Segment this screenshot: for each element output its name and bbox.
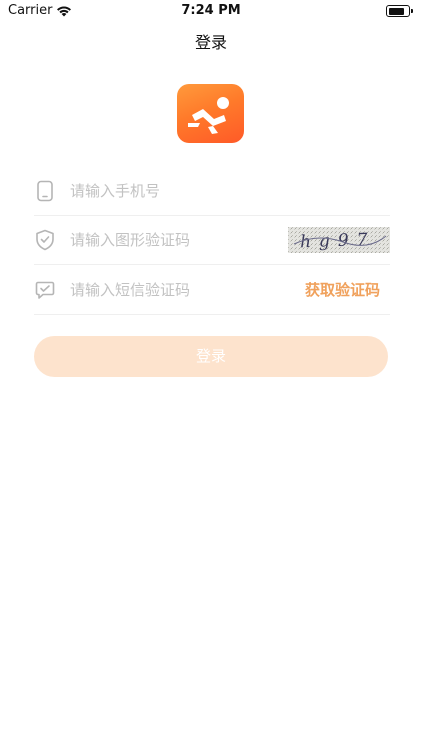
app-logo <box>177 84 244 143</box>
captcha-field-row[interactable]: 请输入图形验证码 hg97 <box>34 215 390 265</box>
captcha-text: hg97 <box>300 230 376 253</box>
phone-input[interactable]: 请输入手机号 <box>70 166 160 216</box>
status-bar: Carrier 7:24 PM <box>0 0 422 22</box>
page-title: 登录 <box>194 33 227 52</box>
captcha-input[interactable]: 请输入图形验证码 <box>70 215 190 265</box>
sms-code-input[interactable]: 请输入短信验证码 <box>70 265 190 315</box>
login-button[interactable]: 登录 <box>34 336 388 377</box>
shield-icon <box>34 229 56 251</box>
runner-icon <box>187 96 229 134</box>
get-code-button[interactable]: 获取验证码 <box>305 265 380 315</box>
phone-icon <box>34 180 56 202</box>
captcha-image[interactable]: hg97 <box>288 227 390 253</box>
sms-field-row[interactable]: 请输入短信验证码 获取验证码 <box>34 265 390 315</box>
message-icon <box>34 279 56 301</box>
battery-icon <box>386 5 413 17</box>
phone-field-row[interactable]: 请输入手机号 <box>34 166 390 216</box>
status-time: 7:24 PM <box>181 3 241 18</box>
